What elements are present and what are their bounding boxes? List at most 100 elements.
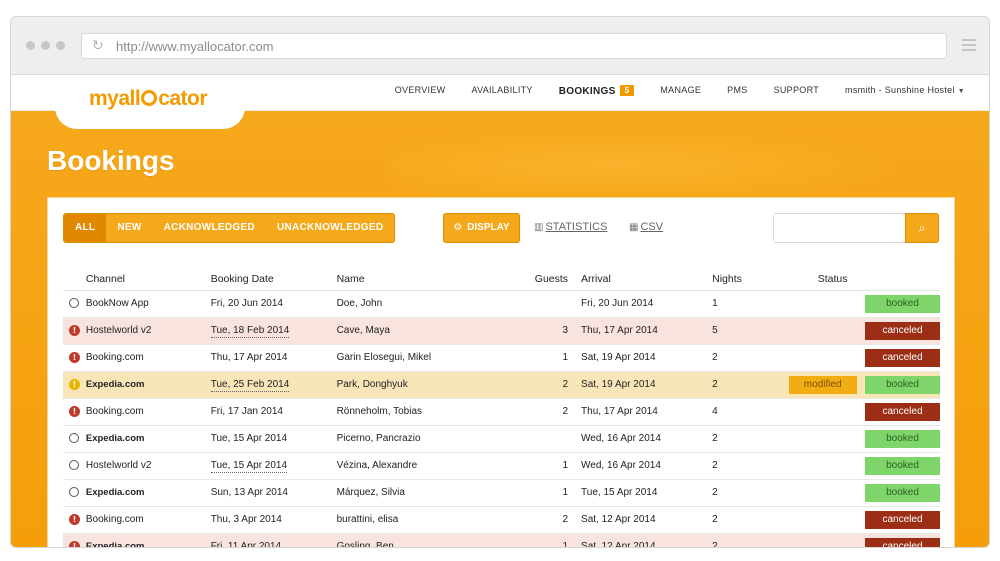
table-row[interactable]: BookNow App Fri, 20 Jun 2014 Doe, John Fri,… xyxy=(63,290,940,318)
alert-icon[interactable]: ! xyxy=(68,513,80,525)
guest-name-cell: Rönneholm, Tobias xyxy=(336,398,508,426)
status-cell: booked xyxy=(856,479,940,507)
guest-name-cell: Garin Elosegui, Mikel xyxy=(336,344,508,372)
column-header-status[interactable]: Status xyxy=(818,268,940,291)
table-row[interactable]: Expedia.com Sun, 13 Apr 2014 Márquez, Silv… xyxy=(63,479,940,507)
arrival-cell: Sat, 12 Apr 2014 xyxy=(581,533,713,547)
caret-down-icon: ▼ xyxy=(957,88,965,95)
guests-cell: 1 xyxy=(507,344,582,372)
reload-icon[interactable]: ↻ xyxy=(92,38,108,54)
status-badge: booked xyxy=(865,483,940,502)
booking-date-cell: Thu, 17 Apr 2014 xyxy=(210,344,337,372)
status-badge: booked xyxy=(865,375,940,394)
filter-all[interactable]: ALL xyxy=(64,214,107,242)
guests-cell: 1 xyxy=(507,452,582,480)
radio-icon[interactable] xyxy=(69,298,80,309)
row-icon-cell xyxy=(63,452,86,480)
status-badge: canceled xyxy=(865,510,940,529)
window-dot-icon[interactable] xyxy=(26,41,35,50)
radio-icon[interactable] xyxy=(69,487,80,498)
logo[interactable]: myall cator xyxy=(89,87,208,111)
nav-item-bookings[interactable]: BOOKINGS 5 xyxy=(559,85,635,97)
guest-name-cell: Park, Donghyuk xyxy=(336,371,508,399)
arrival-cell: Thu, 17 Apr 2014 xyxy=(581,398,713,426)
alert-icon[interactable]: ! xyxy=(68,405,80,417)
nav-item-availability[interactable]: AVAILABILITY xyxy=(471,85,532,97)
status-cell: canceled xyxy=(856,344,940,372)
window-dot-icon[interactable] xyxy=(56,41,65,50)
nav-item-support[interactable]: SUPPORT xyxy=(774,85,819,97)
table-row[interactable]: ! Expedia.com Tue, 25 Feb 2014 Park, Donghy… xyxy=(63,371,940,399)
bar-chart-icon: ▥ xyxy=(534,222,544,233)
guests-cell: 1 xyxy=(507,533,582,547)
nights-cell: 5 xyxy=(712,317,775,345)
channel-cell: Hostelworld v2 xyxy=(85,452,211,480)
booking-date-cell: Sun, 13 Apr 2014 xyxy=(210,479,337,507)
booking-date-text: Fri, 11 Apr 2014 xyxy=(210,541,282,548)
table-row[interactable]: Hostelworld v2 Tue, 15 Apr 2014 Vézina, Al… xyxy=(63,452,940,480)
column-header-booking-date[interactable]: Booking Date xyxy=(210,268,337,291)
status-badge: booked xyxy=(865,429,940,448)
bookings-table: Channel Booking Date Name Guests Arrival… xyxy=(63,268,940,548)
column-header-nights[interactable]: Nights xyxy=(712,268,775,291)
url-text[interactable]: http://www.myallocator.com xyxy=(116,39,274,54)
flag-cell xyxy=(774,479,857,507)
bookings-table-body: BookNow App Fri, 20 Jun 2014 Doe, John Fri,… xyxy=(63,290,940,548)
radio-icon[interactable] xyxy=(69,460,80,471)
display-button[interactable]: ⚙ DISPLAY xyxy=(443,213,520,243)
filter-acknowledged[interactable]: ACKNOWLEDGED xyxy=(153,214,266,242)
guest-name-cell: Cave, Maya xyxy=(336,317,508,345)
alert-icon[interactable]: ! xyxy=(68,540,80,547)
table-icon: ▦ xyxy=(629,222,639,233)
status-badge: canceled xyxy=(865,402,940,421)
guest-name-cell: burattini, elisa xyxy=(336,506,508,534)
column-header-name[interactable]: Name xyxy=(336,268,508,291)
filter-unacknowledged[interactable]: UNACKNOWLEDGED xyxy=(266,214,394,242)
table-row[interactable]: Expedia.com Tue, 15 Apr 2014 Picerno, Panc… xyxy=(63,425,940,453)
logo-text-end: cator xyxy=(158,87,208,110)
guests-cell: 2 xyxy=(507,506,582,534)
table-row[interactable]: ! Booking.com Thu, 3 Apr 2014 burattini, el… xyxy=(63,506,940,534)
booking-date-text: Fri, 20 Jun 2014 xyxy=(210,298,283,309)
statistics-link[interactable]: ▥ STATISTICS xyxy=(534,221,607,233)
nights-cell: 2 xyxy=(712,479,775,507)
guests-cell: 2 xyxy=(507,398,582,426)
guest-name-cell: Picerno, Pancrazio xyxy=(336,425,508,453)
csv-link[interactable]: ▦ CSV xyxy=(629,221,663,233)
table-row[interactable]: ! Hostelworld v2 Tue, 18 Feb 2014 Cave, May… xyxy=(63,317,940,345)
column-header-arrival[interactable]: Arrival xyxy=(581,268,713,291)
table-row[interactable]: ! Booking.com Fri, 17 Jan 2014 Rönneholm, T… xyxy=(63,398,940,426)
alert-icon[interactable]: ! xyxy=(68,351,80,363)
booking-date-text[interactable]: Tue, 18 Feb 2014 xyxy=(210,325,290,338)
nav-item-pms[interactable]: PMS xyxy=(727,85,747,97)
radio-icon[interactable] xyxy=(69,433,80,444)
row-icon-cell: ! xyxy=(63,533,86,547)
nav-item-manage[interactable]: MANAGE xyxy=(660,85,701,97)
row-icon-cell: ! xyxy=(63,344,86,372)
nav-item-label: MANAGE xyxy=(660,85,702,95)
booking-date-cell: Fri, 11 Apr 2014 xyxy=(210,533,337,548)
booking-date-cell: Tue, 18 Feb 2014 xyxy=(210,317,337,345)
user-menu[interactable]: msmith - Sunshine Hostel ▼ xyxy=(845,85,965,97)
nav-item-overview[interactable]: OVERVIEW xyxy=(395,85,446,97)
column-header-guests[interactable]: Guests xyxy=(507,268,582,291)
channel-cell: Expedia.com xyxy=(85,533,211,547)
search-button[interactable]: ⌕ xyxy=(905,213,939,243)
flag-cell xyxy=(774,344,857,372)
booking-date-text[interactable]: Tue, 15 Apr 2014 xyxy=(210,460,288,473)
hamburger-menu-icon[interactable] xyxy=(962,39,976,54)
table-header-row: Channel Booking Date Name Guests Arrival… xyxy=(63,268,940,291)
search-input[interactable] xyxy=(773,213,906,243)
row-icon-cell xyxy=(63,479,86,507)
main-nav: OVERVIEW AVAILABILITY BOOKINGS 5 MANAGE PMS SU… xyxy=(395,85,965,97)
channel-cell: Expedia.com xyxy=(85,479,211,507)
booking-date-text[interactable]: Tue, 25 Feb 2014 xyxy=(210,379,290,392)
address-bar[interactable]: ↻ http://www.myallocator.com xyxy=(81,33,947,59)
filter-new[interactable]: NEW xyxy=(106,214,152,242)
column-header-channel[interactable]: Channel xyxy=(85,268,211,291)
table-row[interactable]: ! Expedia.com Fri, 11 Apr 2014 Gosling, Ben… xyxy=(63,533,940,548)
alert-icon[interactable]: ! xyxy=(68,378,80,390)
window-dot-icon[interactable] xyxy=(41,41,50,50)
table-row[interactable]: ! Booking.com Thu, 17 Apr 2014 Garin Eloseg… xyxy=(63,344,940,372)
alert-icon[interactable]: ! xyxy=(68,324,80,336)
